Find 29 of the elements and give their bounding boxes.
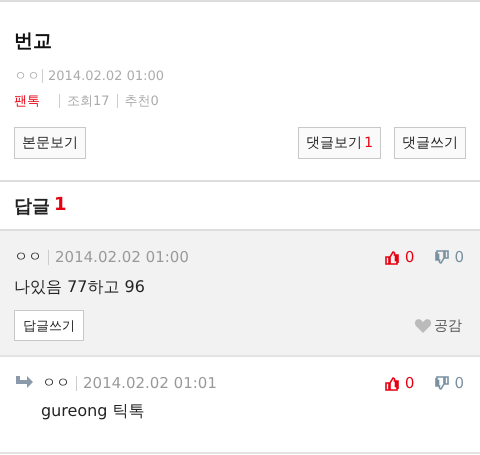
post-date: 2014.02.02 01:00 <box>48 68 164 84</box>
dislike-count: 0 <box>454 248 464 266</box>
comment-date: 2014.02.02 01:01 <box>83 374 217 392</box>
thumbs-up-icon[interactable] <box>384 250 400 264</box>
empathy-button[interactable]: 공감 <box>414 316 462 334</box>
post-title: 번교 <box>14 29 53 54</box>
thumbs-down-icon[interactable] <box>434 250 450 264</box>
author-name: ㅇㅇ <box>14 248 42 266</box>
reply-arrow-icon <box>14 375 34 391</box>
heart-icon <box>414 318 432 334</box>
category-label[interactable]: 팬톡 <box>14 92 40 110</box>
thumbs-up-icon[interactable] <box>384 376 400 390</box>
comment-date: 2014.02.02 01:00 <box>55 248 189 266</box>
thumbs-down-icon[interactable] <box>434 376 450 390</box>
recommend-count: 추천0 <box>124 93 159 110</box>
author-name: ㅇㅇ <box>42 374 70 392</box>
write-comment-button[interactable]: 댓글쓰기 <box>394 127 466 159</box>
like-count: 0 <box>404 374 414 392</box>
view-count: 조회17 <box>67 93 110 110</box>
like-count: 0 <box>404 248 414 266</box>
comment-text: gureong 틱톡 <box>41 401 146 422</box>
reply-count: 1 <box>54 194 67 217</box>
dislike-count: 0 <box>454 374 464 392</box>
view-comments-button[interactable]: 댓글보기 1 <box>298 127 381 159</box>
author-name: ㅇㅇ <box>14 68 40 85</box>
view-post-button[interactable]: 본문보기 <box>14 127 86 159</box>
comment-text: 나있음 77하고 96 <box>14 277 146 298</box>
replies-heading: 답글 <box>14 195 50 218</box>
write-reply-button[interactable]: 답글쓰기 <box>14 310 84 341</box>
